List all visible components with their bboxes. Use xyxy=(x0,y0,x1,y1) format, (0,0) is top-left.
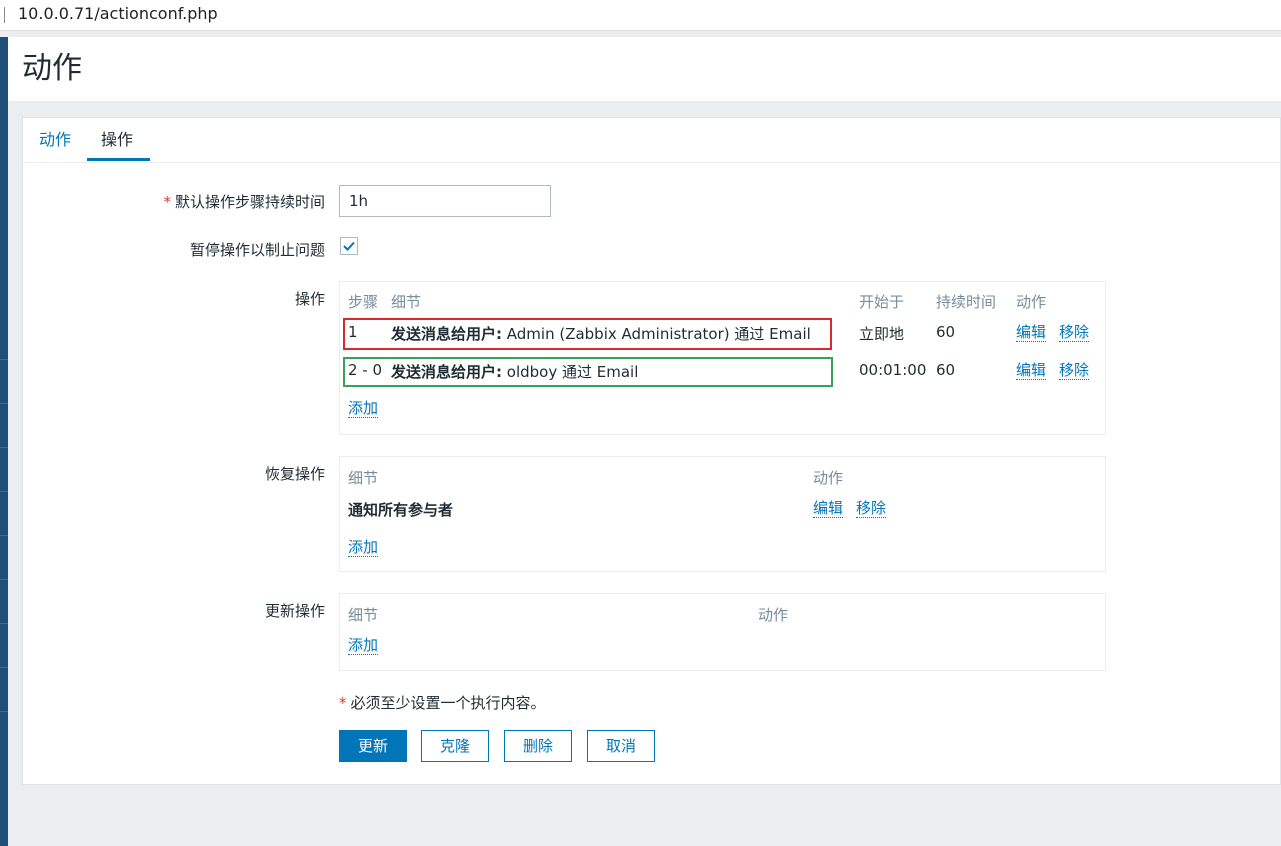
operations-label: 操作 xyxy=(294,290,325,308)
row1-remove-link[interactable]: 移除 xyxy=(1059,323,1090,342)
required-note: * 必须至少设置一个执行内容。 xyxy=(339,694,546,712)
update-button[interactable]: 更新 xyxy=(339,730,407,762)
recovery-row-details: 通知所有参与者 xyxy=(348,501,454,519)
clone-button[interactable]: 克隆 xyxy=(421,730,489,762)
update-details-header: 细节 xyxy=(348,606,379,624)
recovery-details-header: 细节 xyxy=(348,469,379,487)
pause-checkbox[interactable] xyxy=(340,237,358,255)
row1-start: 立即地 xyxy=(859,325,905,343)
sidebar-divider xyxy=(0,447,8,448)
address-url[interactable]: 10.0.0.71/actionconf.php xyxy=(18,0,218,28)
update-label: 更新操作 xyxy=(264,602,325,620)
cancel-button[interactable]: 取消 xyxy=(587,730,655,762)
address-bar-separator xyxy=(4,7,5,23)
operations-table: 步骤 细节 开始于 持续时间 动作 1 发送消息给用户: Admin (Zabb… xyxy=(339,281,1106,435)
tab-bar: 动作 操作 xyxy=(23,118,1280,163)
row2-remove-link[interactable]: 移除 xyxy=(1059,361,1090,380)
sidebar-divider xyxy=(0,579,8,580)
update-add-link[interactable]: 添加 xyxy=(348,636,379,655)
col-details-header: 细节 xyxy=(391,293,422,311)
action-form-panel: 动作 操作 *默认操作步骤持续时间 暂停操作以制止问题 操作 步骤 细节 开始于… xyxy=(22,117,1281,785)
tab-action[interactable]: 动作 xyxy=(39,130,71,150)
sidebar-edge xyxy=(0,37,8,846)
col-steps-header: 步骤 xyxy=(348,293,379,311)
sidebar-divider xyxy=(0,711,8,712)
row1-edit-link[interactable]: 编辑 xyxy=(1016,323,1047,342)
recovery-table: 细节 动作 通知所有参与者 编辑 移除 添加 xyxy=(339,456,1106,572)
tab-operations[interactable]: 操作 xyxy=(101,130,133,150)
sidebar-divider xyxy=(0,491,8,492)
recovery-remove-link[interactable]: 移除 xyxy=(856,499,887,518)
sidebar-divider xyxy=(0,535,8,536)
recovery-label: 恢复操作 xyxy=(264,465,325,483)
row2-start: 00:01:00 xyxy=(859,361,927,379)
required-marker: * xyxy=(163,193,171,211)
recovery-add-link[interactable]: 添加 xyxy=(348,538,379,557)
active-tab-indicator xyxy=(87,158,150,161)
row2-details-text: oldboy 通过 Email xyxy=(502,363,639,381)
update-table: 细节 动作 添加 xyxy=(339,593,1106,671)
col-duration-header: 持续时间 xyxy=(936,293,997,311)
delete-button[interactable]: 删除 xyxy=(504,730,572,762)
row2-details-bold: 发送消息给用户: xyxy=(391,363,502,381)
row1-details: 发送消息给用户: Admin (Zabbix Administrator) 通过… xyxy=(391,323,811,344)
row1-details-text: Admin (Zabbix Administrator) 通过 Email xyxy=(502,325,811,343)
recovery-edit-link[interactable]: 编辑 xyxy=(813,499,844,518)
row2-steps: 2 - 0 xyxy=(348,361,383,379)
operations-add-link[interactable]: 添加 xyxy=(348,399,379,418)
sidebar-divider xyxy=(0,623,8,624)
recovery-action-header: 动作 xyxy=(813,469,844,487)
sidebar-divider xyxy=(0,359,8,360)
browser-address-bar[interactable]: 10.0.0.71/actionconf.php xyxy=(0,0,1281,31)
page-header: 动作 xyxy=(8,37,1281,101)
update-action-header: 动作 xyxy=(758,606,789,624)
row1-duration: 60 xyxy=(936,323,956,341)
row1-details-bold: 发送消息给用户: xyxy=(391,325,502,343)
row2-edit-link[interactable]: 编辑 xyxy=(1016,361,1047,380)
row2-duration: 60 xyxy=(936,361,956,379)
row2-details: 发送消息给用户: oldboy 通过 Email xyxy=(391,361,638,382)
default-duration-input[interactable] xyxy=(339,185,551,217)
sidebar-divider xyxy=(0,403,8,404)
sidebar-divider xyxy=(0,667,8,668)
page-title: 动作 xyxy=(22,51,82,86)
required-marker: * xyxy=(339,694,347,712)
pause-label: 暂停操作以制止问题 xyxy=(189,241,325,259)
col-action-header: 动作 xyxy=(1016,293,1047,311)
row1-steps: 1 xyxy=(348,323,358,341)
default-duration-label: * 默认操作步骤持续时间 xyxy=(163,193,325,211)
checkmark-icon xyxy=(343,241,355,251)
col-start-header: 开始于 xyxy=(859,293,905,311)
